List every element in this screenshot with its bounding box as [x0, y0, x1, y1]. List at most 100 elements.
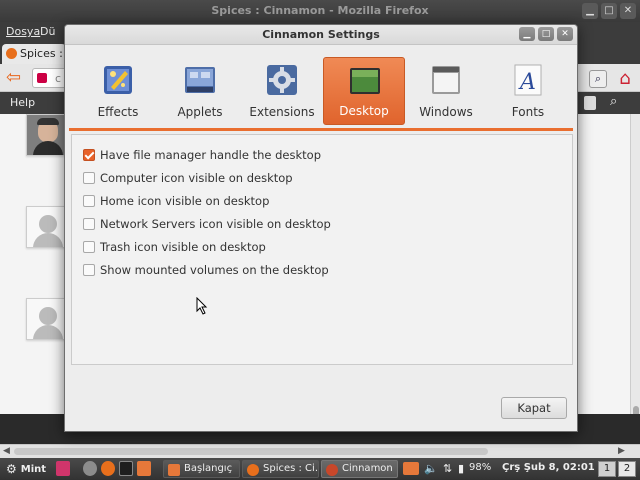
firefox-tab-spices[interactable]: Spices : C [2, 44, 66, 64]
checkbox-home-icon[interactable] [83, 195, 95, 207]
tab-effects[interactable]: Effects [77, 57, 159, 125]
scroll-right-icon[interactable]: ▶ [618, 446, 625, 456]
firefox-minimize-button[interactable]: ▁ [582, 3, 598, 19]
bookmark-icon[interactable] [584, 96, 596, 110]
dialog-title: Cinnamon Settings [262, 28, 380, 41]
task-label: Cinnamon ... [342, 463, 397, 474]
home-icon[interactable]: ⌂ [614, 68, 636, 90]
checkbox-mounted-volumes[interactable] [83, 264, 95, 276]
windows-icon [432, 66, 460, 94]
user-avatar-photo[interactable] [26, 114, 68, 156]
dialog-minimize-button[interactable]: ▁ [519, 27, 535, 41]
settings-category-toolbar: Effects Applets Extensions Desktop Windo… [65, 46, 577, 130]
firefox-horizontal-scrollbar[interactable]: ◀ ▶ [0, 444, 640, 458]
bottom-panel: ⚙ Mint Başlangıç Spices : Ci... Cinnamon… [0, 458, 640, 480]
option-label: Home icon visible on desktop [100, 194, 270, 208]
avatar-body [33, 141, 63, 155]
extensions-icon [267, 65, 297, 95]
tab-fonts-label: Fonts [511, 105, 545, 119]
tab-effects-label: Effects [97, 105, 139, 119]
close-button[interactable]: Kapat [501, 397, 567, 419]
menu-dosya[interactable]: Dosya [6, 25, 40, 38]
user-avatar-placeholder[interactable] [26, 206, 68, 248]
svg-text:A: A [518, 70, 536, 95]
avatar-body [33, 325, 63, 339]
cinnamon-settings-dialog: Cinnamon Settings ▁ □ ✕ Effects Applets … [64, 24, 578, 432]
avatar-head [39, 307, 57, 325]
menu-label: Mint [20, 463, 47, 475]
effects-icon [104, 66, 132, 94]
fonts-icon: A [514, 64, 542, 96]
site-identity-icon [37, 73, 47, 83]
option-label: Network Servers icon visible on desktop [100, 217, 331, 231]
network-icon[interactable]: ⇅ [443, 462, 452, 475]
scroll-left-icon[interactable]: ◀ [3, 446, 10, 456]
menu-duzen[interactable]: Dü [40, 25, 55, 38]
tab-extensions-label: Extensions [249, 105, 315, 119]
option-label: Computer icon visible on desktop [100, 171, 293, 185]
active-tab-underline [69, 128, 573, 131]
option-trash-icon[interactable]: Trash icon visible on desktop [83, 239, 266, 255]
option-network-servers-icon[interactable]: Network Servers icon visible on desktop [83, 216, 331, 232]
back-arrow-icon[interactable]: ⇦ [6, 69, 21, 87]
dialog-maximize-button[interactable]: □ [538, 27, 554, 41]
firefox-window-title: Spices : Cinnamon - Mozilla Firefox [211, 4, 429, 17]
search-icon[interactable]: ⌕ [589, 70, 607, 88]
option-label: Have file manager handle the desktop [100, 148, 321, 162]
cinnamon-icon [326, 464, 338, 476]
option-home-icon[interactable]: Home icon visible on desktop [83, 193, 269, 209]
taskbar-item-cinnamon-settings[interactable]: Cinnamon ... [321, 460, 398, 478]
tab-extensions[interactable]: Extensions [241, 57, 323, 125]
dialog-titlebar[interactable]: Cinnamon Settings ▁ □ ✕ [65, 25, 577, 45]
launcher-firefox-icon[interactable] [101, 461, 115, 476]
menu-button[interactable]: ⚙ Mint [6, 462, 46, 476]
folder-icon [168, 464, 180, 476]
option-label: Show mounted volumes on the desktop [100, 263, 329, 277]
option-mounted-volumes[interactable]: Show mounted volumes on the desktop [83, 262, 329, 278]
mouse-cursor-icon [196, 297, 208, 315]
firefox-close-button[interactable]: ✕ [620, 3, 636, 19]
search-glass-icon[interactable]: ⌕ [610, 94, 617, 109]
avatar-body [33, 233, 63, 247]
taskbar-item-firefox[interactable]: Spices : Ci... [242, 460, 319, 478]
workspace-2[interactable]: 2 [618, 461, 636, 477]
desktop-icon [350, 68, 380, 94]
tab-windows[interactable]: Windows [405, 57, 487, 125]
option-file-manager-handle-desktop[interactable]: Have file manager handle the desktop [83, 147, 321, 163]
checkbox-computer-icon[interactable] [83, 172, 95, 184]
option-label: Trash icon visible on desktop [100, 240, 266, 254]
option-computer-icon[interactable]: Computer icon visible on desktop [83, 170, 293, 186]
task-label: Başlangıç [184, 463, 233, 474]
launcher-files-icon[interactable] [137, 461, 151, 476]
volume-icon[interactable]: 🔈 [424, 462, 438, 475]
launcher-settings-icon[interactable] [83, 461, 97, 476]
battery-icon[interactable]: ▮ [458, 462, 464, 475]
help-link[interactable]: Help [10, 96, 35, 109]
tab-fonts[interactable]: A Fonts [487, 57, 569, 125]
avatar-head [39, 215, 57, 233]
workspace-1[interactable]: 1 [598, 461, 616, 477]
user-avatar-placeholder[interactable] [26, 298, 68, 340]
tab-applets-label: Applets [177, 105, 223, 119]
firefox-maximize-button[interactable]: □ [601, 3, 617, 19]
checkbox-file-manager-handle-desktop[interactable] [83, 149, 95, 161]
launcher-image-viewer-icon[interactable] [56, 461, 70, 476]
tab-desktop[interactable]: Desktop [323, 57, 405, 125]
clock[interactable]: Çrş Şub 8, 02:01 [502, 462, 595, 473]
firefox-tab-label: Spices : C [20, 47, 66, 60]
dialog-close-button[interactable]: ✕ [557, 27, 573, 41]
firefox-icon [247, 464, 259, 476]
horizontal-scrollbar-thumb[interactable] [14, 448, 488, 455]
checkbox-network-servers-icon[interactable] [83, 218, 95, 230]
desktop-settings-panel: Have file manager handle the desktop Com… [71, 134, 573, 365]
tab-applets[interactable]: Applets [159, 57, 241, 125]
taskbar-item-baslangic[interactable]: Başlangıç [163, 460, 240, 478]
avatar-hair [37, 118, 59, 125]
task-label: Spices : Ci... [263, 463, 319, 474]
spices-favicon-icon [6, 48, 17, 59]
tray-folder-icon[interactable] [403, 462, 419, 475]
firefox-vertical-scrollbar[interactable] [630, 114, 640, 452]
checkbox-trash-icon[interactable] [83, 241, 95, 253]
battery-percent: 98% [469, 462, 492, 473]
launcher-terminal-icon[interactable] [119, 461, 133, 476]
